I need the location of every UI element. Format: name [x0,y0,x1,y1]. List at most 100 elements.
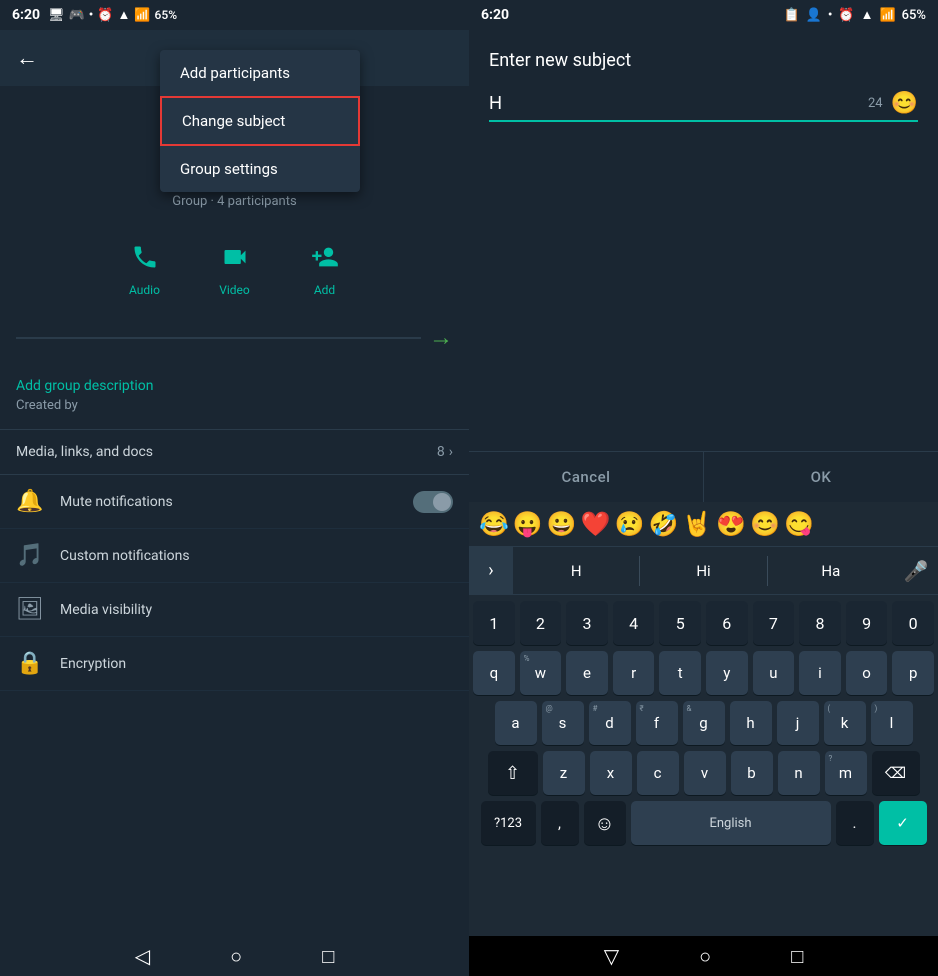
space-key[interactable]: English [631,801,831,845]
key-n[interactable]: n [778,751,820,795]
emoji-rofl[interactable]: 🤣 [648,510,678,538]
custom-notifications-row[interactable]: 🎵 Custom notifications [0,529,469,583]
suggestion-expand-button[interactable]: › [469,547,513,594]
dropdown-add-participants[interactable]: Add participants [160,50,360,96]
emoji-cry[interactable]: 😢 [615,510,645,538]
recents-nav-button[interactable]: □ [322,944,334,969]
audio-label: Audio [129,283,160,297]
key-v[interactable]: v [684,751,726,795]
key-3[interactable]: 3 [566,601,608,645]
key-x[interactable]: x [590,751,632,795]
key-c[interactable]: c [637,751,679,795]
dropdown-group-settings[interactable]: Group settings [160,146,360,192]
key-p[interactable]: p [892,651,934,695]
key-2[interactable]: 2 [520,601,562,645]
key-7[interactable]: 7 [753,601,795,645]
mute-toggle[interactable] [413,491,453,513]
enter-key[interactable]: ✓ [879,801,927,845]
key-y[interactable]: y [706,651,748,695]
right-home-nav[interactable]: ○ [699,944,711,969]
video-button[interactable]: Video [215,237,255,297]
key-5[interactable]: 5 [659,601,701,645]
emoji-laugh[interactable]: 😂 [479,510,509,538]
right-time: 6:20 [481,7,509,23]
cancel-button[interactable]: Cancel [469,452,704,502]
key-6[interactable]: 6 [706,601,748,645]
key-8[interactable]: 8 [799,601,841,645]
right-back-nav[interactable]: ▽ [604,944,619,968]
right-recents-nav[interactable]: □ [791,944,803,969]
suggestion-h[interactable]: H [513,558,639,584]
media-visibility-row[interactable]: 🖼 Media visibility [0,583,469,637]
emoji-grin[interactable]: 😀 [547,510,577,538]
key-s[interactable]: @s [542,701,584,745]
emoji-smile[interactable]: 😊 [750,510,780,538]
media-row[interactable]: Media, links, and docs 8 › [0,429,469,475]
left-status-bar: 6:20 🖥 🎮 • ⏰ ▲ 📶 65% [0,0,469,30]
key-t[interactable]: t [659,651,701,695]
backspace-key[interactable]: ⌫ [872,751,920,795]
home-nav-button[interactable]: ○ [230,944,242,969]
keyboard-emoji-key[interactable]: ☺ [584,801,626,845]
comma-key[interactable]: , [541,801,579,845]
game-icon: 🎮 [69,8,85,23]
key-r[interactable]: r [613,651,655,695]
suggestion-hi[interactable]: Hi [640,558,766,584]
emoji-heart-eyes[interactable]: 😍 [716,510,746,538]
back-button[interactable]: ← [16,45,38,71]
alarm-icon: ⏰ [97,8,113,23]
key-f[interactable]: ₹f [636,701,678,745]
add-button[interactable]: Add [305,237,345,297]
mic-icon[interactable]: 🎤 [894,547,938,594]
key-g[interactable]: &g [683,701,725,745]
mute-notifications-row[interactable]: 🔔 Mute notifications [0,475,469,529]
key-d[interactable]: #d [589,701,631,745]
emoji-rock[interactable]: 🤘 [682,510,712,538]
key-m[interactable]: ?m [825,751,867,795]
key-1[interactable]: 1 [473,601,515,645]
back-nav-button[interactable]: ◁ [135,944,150,968]
qwerty-row3: ⇧ z x c v b n ?m ⌫ [473,751,934,795]
video-icon [215,237,255,277]
toggle-thumb [433,493,451,511]
key-a[interactable]: a [495,701,537,745]
num-key[interactable]: ?123 [481,801,536,845]
shift-key[interactable]: ⇧ [488,751,538,795]
dropdown-change-subject[interactable]: Change subject ← [160,96,360,146]
right-wifi-icon: ▲ [861,7,874,23]
period-key[interactable]: . [836,801,874,845]
emoji-tongue[interactable]: 😛 [513,510,543,538]
key-b[interactable]: b [731,751,773,795]
audio-button[interactable]: Audio [125,237,165,297]
key-j[interactable]: j [777,701,819,745]
key-k[interactable]: (k [824,701,866,745]
left-battery: 65% [155,8,177,22]
subject-input-row: 24 😊 [489,91,918,122]
key-9[interactable]: 9 [846,601,888,645]
right-bottom-nav: ▽ ○ □ [469,936,938,976]
key-i[interactable]: i [799,651,841,695]
suggestion-ha[interactable]: Ha [768,558,894,584]
key-z[interactable]: z [543,751,585,795]
ok-button[interactable]: OK [704,452,938,502]
message-icon: 🖥 [48,8,65,23]
key-w[interactable]: %w [520,651,562,695]
key-0[interactable]: 0 [892,601,934,645]
left-panel: 6:20 🖥 🎮 • ⏰ ▲ 📶 65% ← Add participants … [0,0,469,976]
subject-input[interactable] [489,93,868,114]
key-l[interactable]: )l [871,701,913,745]
emoji-heart[interactable]: ❤️ [581,510,611,538]
emoji-yum[interactable]: 😋 [784,510,814,538]
right-panel: 6:20 📋 👤 • ⏰ ▲ 📶 65% Enter new subject 2… [469,0,938,976]
emoji-button[interactable]: 😊 [891,91,918,116]
key-q[interactable]: q [473,651,515,695]
bell-icon: 🔔 [16,489,44,514]
person-add-icon [305,237,345,277]
key-4[interactable]: 4 [613,601,655,645]
key-o[interactable]: o [846,651,888,695]
key-e[interactable]: e [566,651,608,695]
encryption-row[interactable]: 🔒 Encryption [0,637,469,691]
key-h[interactable]: h [730,701,772,745]
key-u[interactable]: u [753,651,795,695]
description-title[interactable]: Add group description [16,378,453,394]
